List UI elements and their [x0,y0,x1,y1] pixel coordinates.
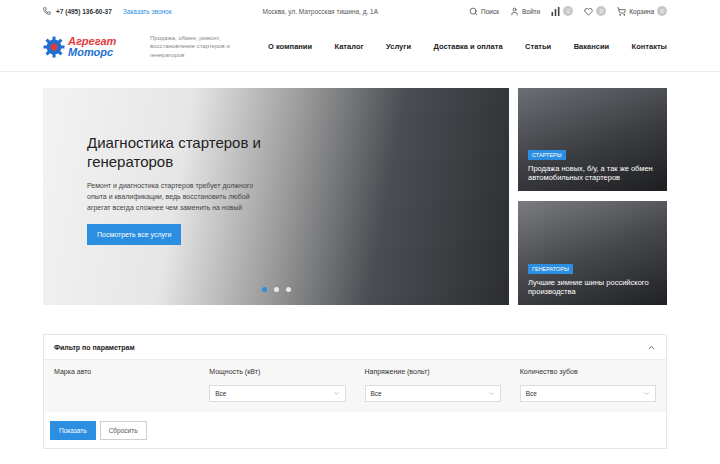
show-button[interactable]: Показать [50,421,96,440]
logo-text: АгрегатМоторс [68,36,116,58]
filter-field: Мощность (кВт) Все [209,368,345,402]
favorites-link[interactable]: 0 [584,6,606,16]
page: +7 (495) 136-60-37 Заказать звонокМосква,… [0,0,720,464]
select-arrow-icon [643,390,650,397]
field-label: Напряжение (вольт) [365,368,501,375]
gear-logo-icon [43,36,65,58]
field-label: Количество зубов [520,368,656,375]
phone-number[interactable]: +7 (495) 136-60-37 [56,8,112,15]
nav-item[interactable]: Статьи [525,42,551,51]
filter-field: Напряжение (вольт) Все [365,368,501,402]
field-label: Марка авто [54,368,190,375]
hero-text: Ремонт и диагностика стартеров требует д… [87,180,269,214]
nav-item[interactable]: Услуги [386,42,411,51]
logo[interactable]: АгрегатМоторс [43,36,143,58]
hero-title: Диагностика стартеров и генераторов [87,134,277,172]
search-icon [469,7,478,16]
hero: Диагностика стартеров и генераторов Ремон… [43,88,667,305]
field-label: Мощность (кВт) [209,368,345,375]
slider-dot[interactable] [274,287,279,292]
filter-field: Количество зубов Все [520,368,656,402]
reset-button[interactable]: Сбросить [100,421,147,440]
nav-item[interactable]: Доставка и оплата [433,42,502,51]
filter-fields: Марка автоМощность (кВт)ВсеНапряжение (в… [44,360,666,412]
phone-icon [43,7,51,15]
banner-title: Продажа новых, б/у, а так же обмен автом… [528,164,657,184]
select-arrow-icon [333,390,340,397]
compare-link[interactable]: 0 [551,6,573,16]
top-bar: +7 (495) 136-60-37 Заказать звонокМосква,… [0,0,720,22]
nav-item[interactable]: Контакты [632,42,667,51]
filter-field: Марка авто [54,368,190,402]
cart-badge: 0 [657,6,667,16]
banner-title: Лучшие зимние шины российского производс… [528,278,657,298]
nav-item[interactable]: Каталог [335,42,364,51]
field-select[interactable]: Все [209,385,345,402]
favorites-badge: 0 [596,6,606,16]
user-icon [510,7,519,16]
field-select[interactable]: Все [365,385,501,402]
filter-header[interactable]: Фильтр по параметрам [44,335,666,360]
slider-dot[interactable] [262,287,267,292]
side-banner[interactable]: СТАРТЕРЫ Продажа новых, б/у, а так же обм… [518,88,667,191]
side-banner[interactable]: ГЕНЕРАТОРЫ Лучшие зимние шины российского… [518,201,667,305]
callback-link[interactable]: Заказать звонок [123,8,172,15]
filter-panel: Фильтр по параметрам Марка авто Мощность (… [43,334,667,449]
address: Москва, ул. Матросская тишина, д. 1А [172,8,469,15]
cart-icon [617,7,626,16]
services-button[interactable]: Посмотреть все услуги [87,224,181,245]
header: АгрегатМоторс Продажа, обмен, ремонт, вос… [0,22,720,72]
user-tools: ПоискВойти00Корзина0 [469,6,667,16]
select-arrow-icon [488,390,495,397]
search-link[interactable]: Поиск [469,7,499,16]
side-banners: СТАРТЕРЫ Продажа новых, б/у, а так же обм… [518,88,667,305]
chevron-up-icon [647,343,656,352]
login-link[interactable]: Войти [510,7,540,16]
banner-tag: СТАРТЕРЫ [528,150,566,160]
compare-icon [551,7,560,16]
field-select[interactable]: Все [520,385,656,402]
slider-dot[interactable] [286,287,291,292]
filter-actions: ПоказатьСбросить [44,412,666,448]
nav-item[interactable]: О компании [268,42,312,51]
nav-item[interactable]: Вакансии [574,42,609,51]
compare-badge: 0 [563,6,573,16]
contacts: +7 (495) 136-60-37 Заказать звонок [43,7,172,15]
cart-link[interactable]: Корзина0 [617,6,667,16]
main-nav: О компании Каталог Услуги Доставка и оплата… [268,42,667,51]
heart-icon [584,7,593,16]
tagline: Продажа, обмен, ремонт, восстановление с… [150,34,242,58]
banner-tag: ГЕНЕРАТОРЫ [528,264,573,274]
slider-dots [43,287,509,292]
hero-slide: Диагностика стартеров и генераторов Ремон… [43,88,509,305]
